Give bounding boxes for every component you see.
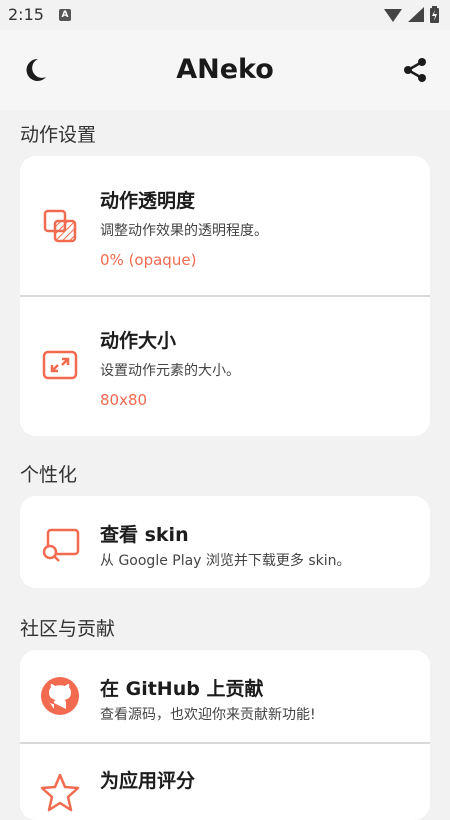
cast-search-icon bbox=[42, 528, 80, 562]
status-time: 2:15 bbox=[8, 5, 44, 24]
community-card: 在 GitHub 上贡献 查看源码，也欢迎你来贡献新功能! 为应用评分 bbox=[20, 650, 430, 820]
github-description: 查看源码，也欢迎你来贡献新功能! bbox=[100, 707, 316, 723]
personalization-card: 查看 skin 从 Google Play 浏览并下载更多 skin。 bbox=[20, 496, 430, 588]
opacity-title: 动作透明度 bbox=[100, 190, 196, 212]
github-icon bbox=[41, 677, 79, 715]
rate-title: 为应用评分 bbox=[100, 770, 196, 792]
setting-action-opacity[interactable]: 动作透明度 调整动作效果的透明程度。 0% (opaque) bbox=[20, 156, 430, 296]
app-bar: ANeko bbox=[0, 30, 450, 110]
opacity-description: 调整动作效果的透明程度。 bbox=[100, 223, 268, 239]
section-title-community: 社区与贡献 bbox=[20, 618, 116, 640]
action-settings-card: 动作透明度 调整动作效果的透明程度。 0% (opaque) 动作大小 设置动作… bbox=[20, 156, 430, 436]
signal-icon bbox=[408, 7, 424, 22]
opacity-icon bbox=[43, 209, 77, 243]
wifi-icon bbox=[384, 9, 402, 22]
section-title-personalization: 个性化 bbox=[20, 464, 78, 486]
section-title-action-settings: 动作设置 bbox=[20, 124, 97, 146]
setting-github-contribute[interactable]: 在 GitHub 上贡献 查看源码，也欢迎你来贡献新功能! bbox=[20, 650, 430, 742]
status-bar: 2:15 A bbox=[0, 0, 450, 30]
skin-description: 从 Google Play 浏览并下载更多 skin。 bbox=[100, 553, 351, 569]
github-title: 在 GitHub 上贡献 bbox=[100, 678, 264, 700]
status-icons bbox=[384, 6, 439, 23]
share-icon[interactable] bbox=[402, 57, 428, 83]
size-description: 设置动作元素的大小。 bbox=[100, 363, 240, 379]
opacity-value: 0% (opaque) bbox=[100, 251, 197, 269]
size-title: 动作大小 bbox=[100, 330, 177, 352]
star-icon bbox=[40, 773, 80, 812]
app-title: ANeko bbox=[176, 54, 274, 85]
size-value: 80x80 bbox=[100, 391, 148, 409]
setting-action-size[interactable]: 动作大小 设置动作元素的大小。 80x80 bbox=[20, 296, 430, 436]
setting-rate-app[interactable]: 为应用评分 bbox=[20, 744, 430, 820]
notification-badge: A bbox=[59, 9, 71, 21]
resize-icon bbox=[42, 350, 78, 380]
setting-view-skin[interactable]: 查看 skin 从 Google Play 浏览并下载更多 skin。 bbox=[20, 496, 430, 588]
skin-title: 查看 skin bbox=[100, 524, 189, 546]
